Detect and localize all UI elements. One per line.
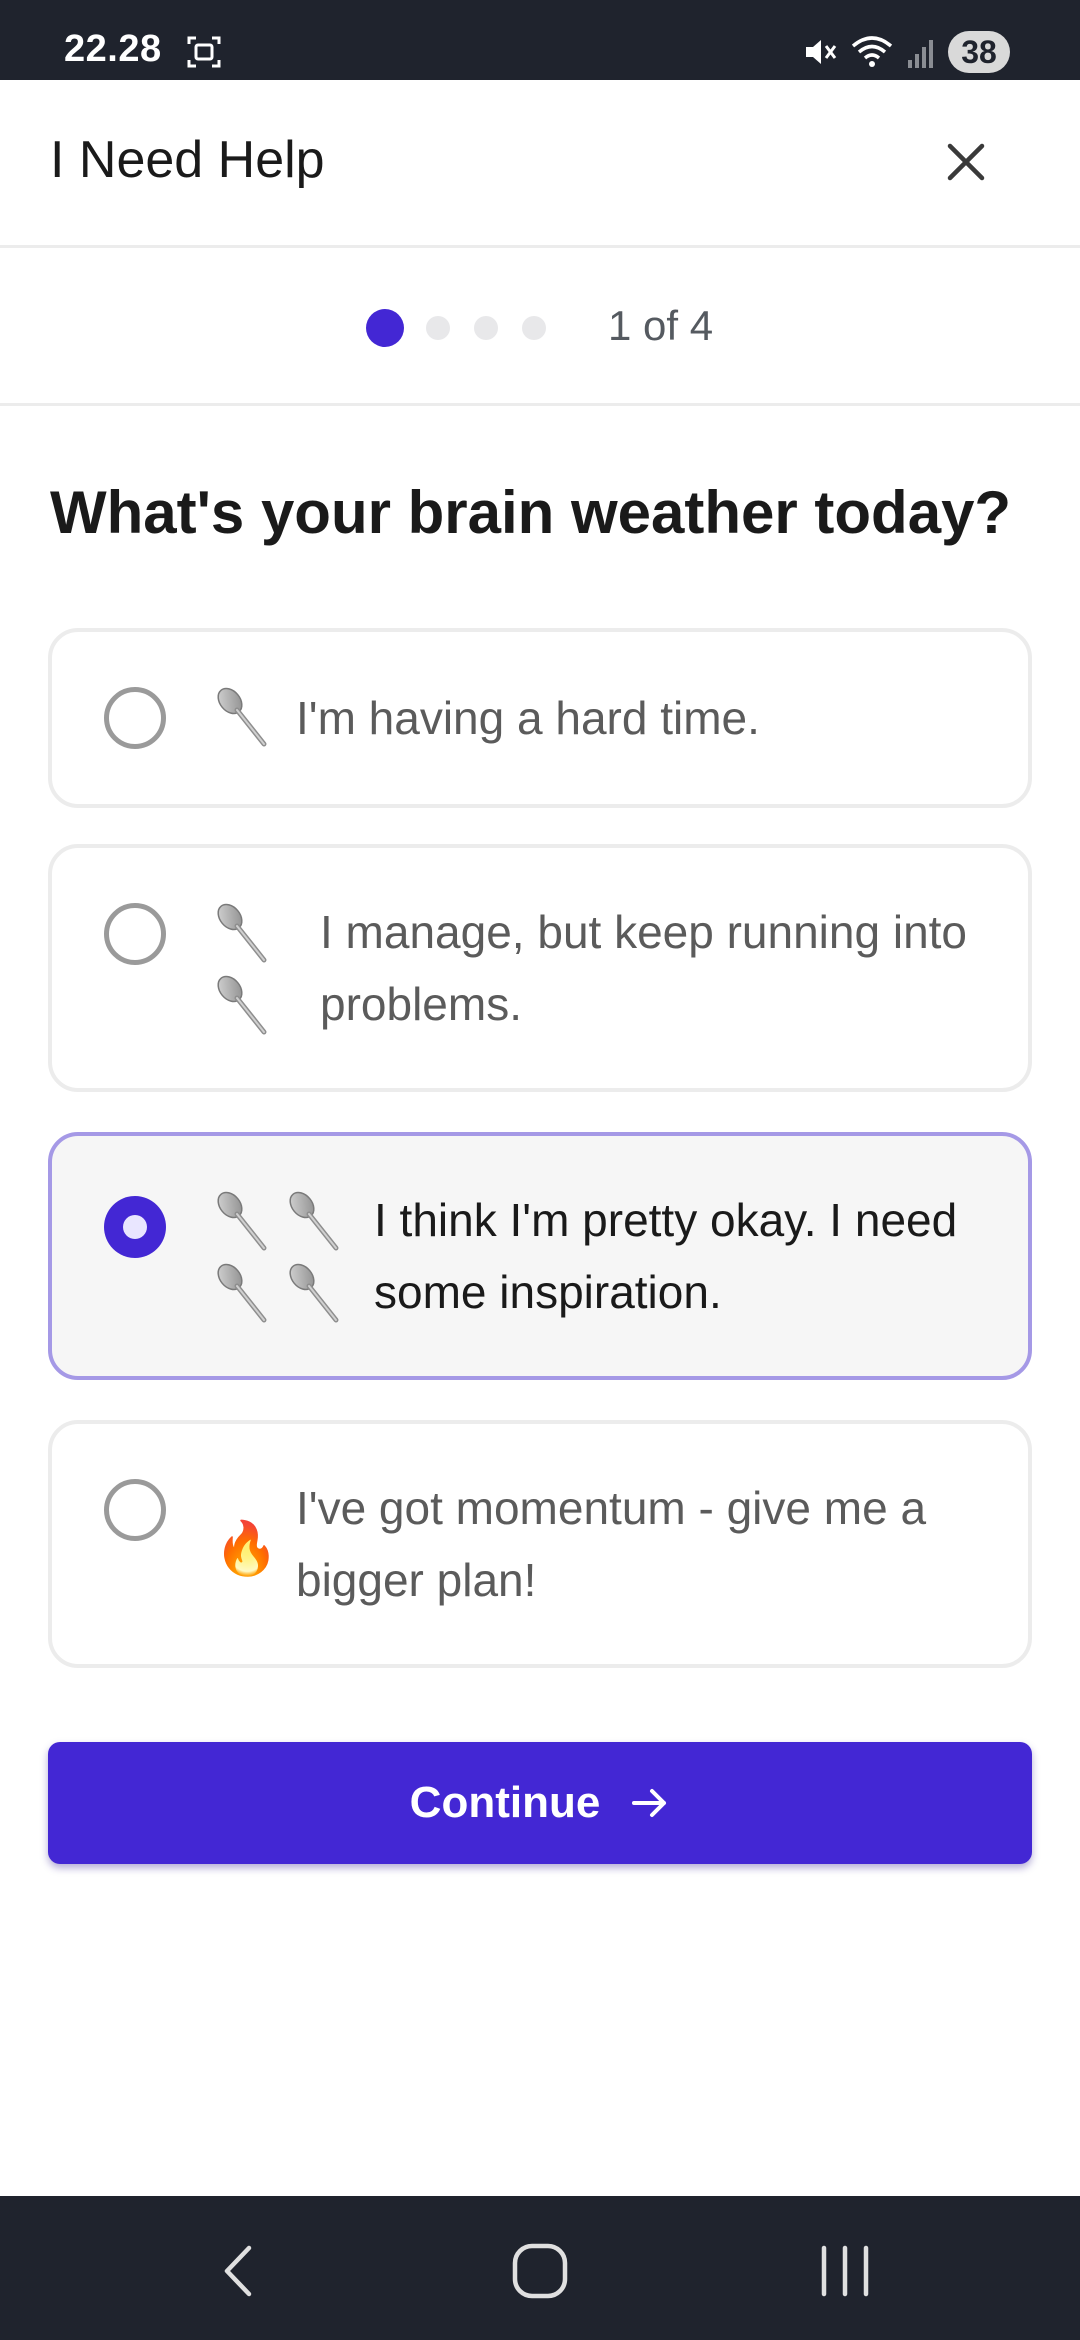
spoon-icon — [286, 1188, 344, 1254]
spoon-icon — [214, 1260, 272, 1326]
radio-button-selected[interactable] — [104, 1196, 166, 1258]
continue-button[interactable]: Continue — [48, 1742, 1032, 1864]
spoon-icons — [214, 1188, 344, 1326]
question-heading: What's your brain weather today? — [50, 479, 1012, 546]
arrow-right-icon — [632, 1789, 667, 1817]
radio-button[interactable] — [104, 903, 166, 965]
option-label: I've got momentum - give me a bigger pla… — [296, 1482, 927, 1606]
continue-label: Continue — [409, 1778, 601, 1827]
option-pretty-okay[interactable]: I think I'm pretty okay. I need some ins… — [48, 1132, 1032, 1380]
option-keep-running-into-problems[interactable]: I manage, but keep running into problems… — [48, 844, 1032, 1092]
signal-icon — [908, 40, 933, 68]
home-icon[interactable] — [505, 2236, 575, 2306]
option-hard-time[interactable]: I'm having a hard time. — [48, 628, 1032, 808]
back-icon[interactable] — [205, 2236, 275, 2306]
status-bar: 22.28 38 — [0, 0, 1080, 80]
screenshot-icon — [187, 36, 221, 68]
spoon-icons — [214, 900, 272, 1038]
spoon-icon — [286, 1260, 344, 1326]
option-got-momentum[interactable]: 🔥 I've got momentum - give me a bigger p… — [48, 1420, 1032, 1668]
option-label: I'm having a hard time. — [296, 692, 760, 744]
progress-indicator: 1 of 4 — [0, 248, 1080, 406]
recent-apps-icon[interactable] — [810, 2236, 880, 2306]
status-time: 22.28 — [64, 28, 162, 70]
radio-button[interactable] — [104, 1479, 166, 1541]
system-navigation-bar — [0, 2196, 1080, 2340]
close-icon[interactable] — [942, 138, 990, 186]
spoon-icon — [214, 684, 272, 750]
step-counter: 1 of 4 — [608, 302, 714, 349]
status-icons: 38 — [802, 30, 1010, 74]
wifi-icon — [851, 36, 893, 67]
header: I Need Help — [0, 80, 1080, 248]
fire-icons: 🔥 — [214, 1516, 279, 1582]
battery-indicator: 38 — [948, 31, 1010, 73]
spoon-icon — [214, 972, 272, 1038]
step-dot — [426, 316, 450, 340]
spoon-icons — [214, 684, 272, 750]
page-title: I Need Help — [50, 131, 325, 189]
step-dot — [522, 316, 546, 340]
spoon-icon — [214, 1188, 272, 1254]
option-label: I think I'm pretty okay. I need some ins… — [374, 1194, 958, 1318]
step-dot-active — [366, 309, 404, 347]
radio-button[interactable] — [104, 687, 166, 749]
step-dots — [366, 309, 570, 347]
spoon-icon — [214, 900, 272, 966]
option-label: I manage, but keep running into problems… — [320, 906, 968, 1030]
step-dot — [474, 316, 498, 340]
fire-icon: 🔥 — [214, 1520, 279, 1578]
mute-icon — [806, 40, 837, 64]
